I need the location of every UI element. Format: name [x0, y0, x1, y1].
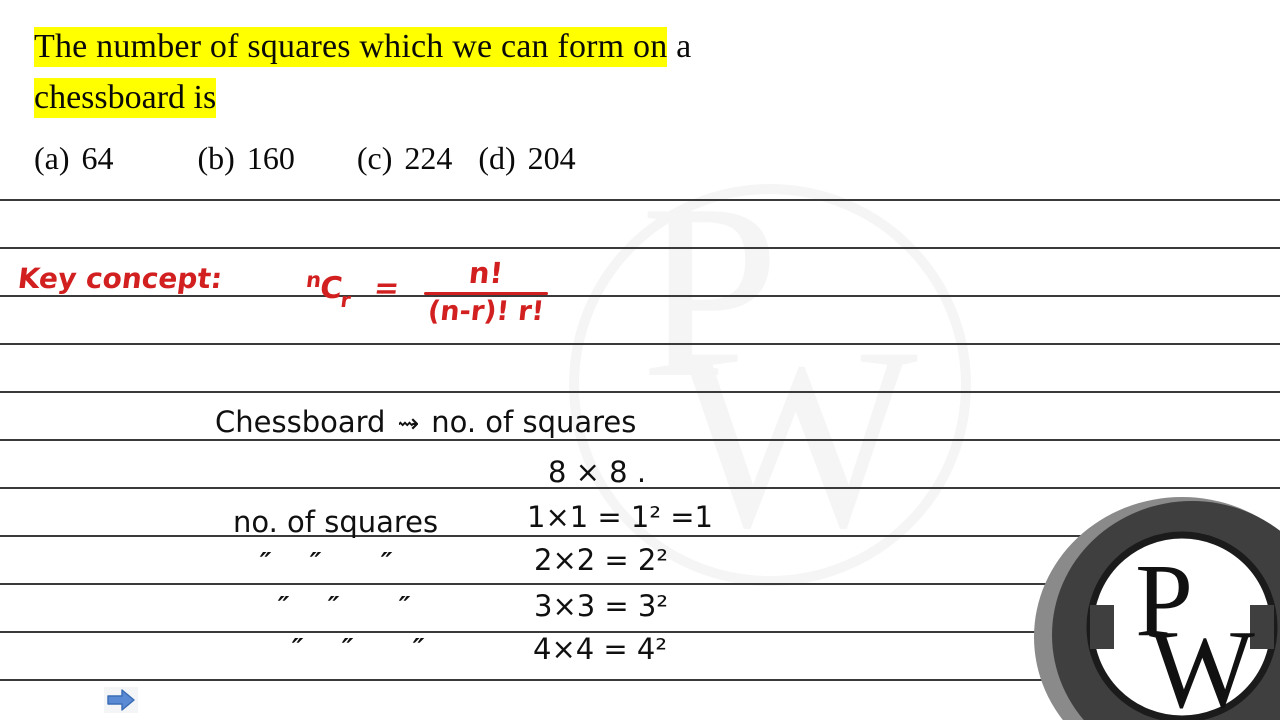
no-of-squares-text: no. of squares — [233, 505, 439, 539]
option-b[interactable]: (b) 160 — [198, 140, 295, 177]
ditto-mark: ″ — [408, 634, 429, 664]
ditto-row-1: ″ ″ ″ — [254, 548, 397, 578]
option-b-label: (b) — [197, 140, 235, 176]
chessboard-word: Chessboard — [215, 405, 386, 439]
rule-line — [0, 583, 1280, 585]
rule-line — [0, 439, 1280, 441]
ncr-denominator: (n-r)! r! — [426, 296, 546, 327]
rule-line — [0, 247, 1280, 249]
squiggle-arrow-icon: ⇝ — [397, 409, 420, 439]
question-line-2-highlight: chessboard is — [34, 78, 217, 118]
answer-options: (a) 64 (b) 160 (c) 224 (d) 204 — [34, 140, 576, 177]
chessboard-note: Chessboard ⇝ no. of squares — [215, 405, 636, 439]
chessboard-note-right: no. of squares — [431, 405, 637, 439]
ditto-mark: ″ — [272, 592, 293, 622]
key-concept-label: Key concept: — [15, 262, 225, 295]
square-equation-3-text: 3×3 = 3² — [534, 589, 669, 623]
square-equation-row-3: 3×3 = 3² — [534, 589, 668, 623]
board-size-text: 8 × 8 . — [548, 455, 647, 489]
option-c[interactable]: (c) 224 — [357, 140, 453, 177]
square-equation-row-2: 2×2 = 2² — [534, 543, 668, 577]
question-line-1: The number of squares which we can form … — [34, 27, 692, 67]
ncr-subscript-r: r — [339, 288, 353, 313]
option-a-label: (a) — [34, 140, 70, 176]
ditto-mark: ″ — [394, 592, 415, 622]
question-line-1-tail: a — [667, 28, 692, 65]
logo-letter-p: P — [1135, 543, 1193, 658]
watermark-letter-w: W — [672, 294, 920, 582]
ncr-numerator: n! — [467, 256, 505, 290]
ncr-lhs: nCr — [302, 268, 354, 312]
ditto-mark: ″ — [336, 634, 357, 664]
ditto-mark: ″ — [322, 592, 343, 622]
question-line-2: chessboard is — [34, 78, 217, 118]
square-equation-4-text: 4×4 = 4² — [533, 632, 668, 666]
ditto-mark: ″ — [254, 548, 275, 578]
board-size-note: 8 × 8 . — [548, 455, 646, 489]
rule-line — [0, 679, 1280, 681]
ncr-fraction-bar — [423, 292, 548, 295]
pw-logo: P W — [1030, 485, 1280, 720]
question-line-1-highlight: The number of squares which we can form … — [34, 27, 668, 67]
rule-line — [0, 199, 1280, 201]
notebook-page: P W The number of squares which we can f… — [0, 0, 1280, 720]
option-a[interactable]: (a) 64 — [34, 140, 114, 177]
square-equation-row-1: 1×1 = 1² =1 — [527, 500, 713, 534]
option-c-label: (c) — [356, 140, 393, 176]
logo-letter-w: W — [1149, 608, 1255, 720]
square-equation-1-text: 1×1 = 1² =1 — [527, 500, 713, 534]
option-c-value: 224 — [404, 140, 453, 176]
square-equation-2-text: 2×2 = 2² — [534, 543, 669, 577]
ditto-mark: ″ — [286, 634, 307, 664]
watermark-letter-p: P — [640, 175, 779, 430]
ditto-mark: ″ — [376, 548, 397, 578]
arrow-right-icon — [107, 689, 135, 711]
option-d-value: 204 — [527, 140, 576, 176]
ncr-fraction: n! (n-r)! r! — [423, 256, 548, 327]
rule-line — [0, 535, 1280, 537]
next-arrow-button[interactable] — [104, 687, 138, 713]
ncr-formula: nCr = n! (n-r)! r! — [302, 256, 548, 327]
option-b-value: 160 — [246, 140, 295, 176]
no-of-squares-label: no. of squares — [233, 505, 438, 539]
rule-line — [0, 295, 1280, 297]
option-d-label: (d) — [478, 140, 516, 176]
square-equation-row-4: 4×4 = 4² — [533, 632, 667, 666]
ditto-mark: ″ — [304, 548, 325, 578]
ditto-row-3: ″ ″ ″ — [286, 634, 429, 664]
key-concept-text: Key concept: — [15, 262, 225, 295]
option-a-value: 64 — [81, 140, 114, 176]
ncr-equals: = — [372, 271, 402, 307]
rule-line — [0, 391, 1280, 393]
rule-line — [0, 343, 1280, 345]
option-d[interactable]: (d) 204 — [478, 140, 575, 177]
ditto-row-2: ″ ″ ″ — [272, 592, 415, 622]
